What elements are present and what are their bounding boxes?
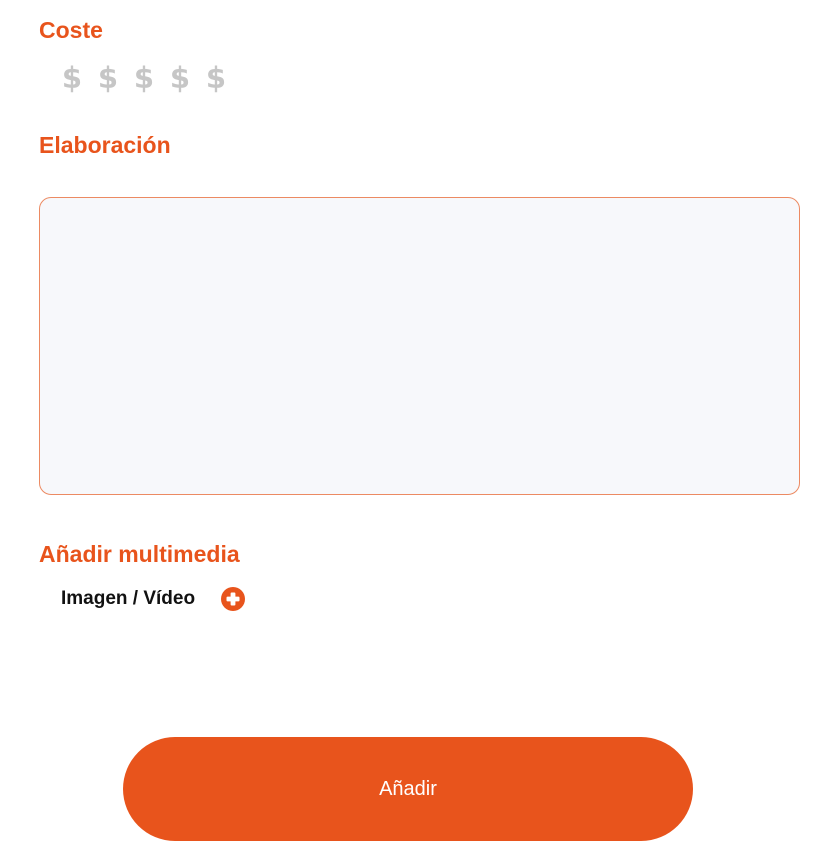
multimedia-title: Añadir multimedia — [39, 541, 240, 567]
cost-title: Coste — [39, 17, 103, 43]
cost-rating-5[interactable]: $ — [198, 59, 234, 97]
add-button[interactable]: Añadir — [123, 737, 693, 841]
plus-circle-icon[interactable] — [221, 587, 246, 611]
cost-rating-2[interactable]: $ — [90, 59, 126, 97]
cost-rating-3[interactable]: $ — [126, 59, 162, 97]
multimedia-row: Imagen / Vídeo — [61, 586, 246, 612]
cost-rating: $ $ $ $ $ — [54, 59, 234, 97]
image-video-label: Imagen / Vídeo — [61, 588, 196, 609]
elaboration-title: Elaboración — [39, 132, 171, 158]
plus-icon — [226, 592, 240, 606]
elaboration-textarea[interactable] — [39, 197, 800, 495]
cost-rating-1[interactable]: $ — [54, 59, 90, 97]
cost-rating-4[interactable]: $ — [162, 59, 198, 97]
